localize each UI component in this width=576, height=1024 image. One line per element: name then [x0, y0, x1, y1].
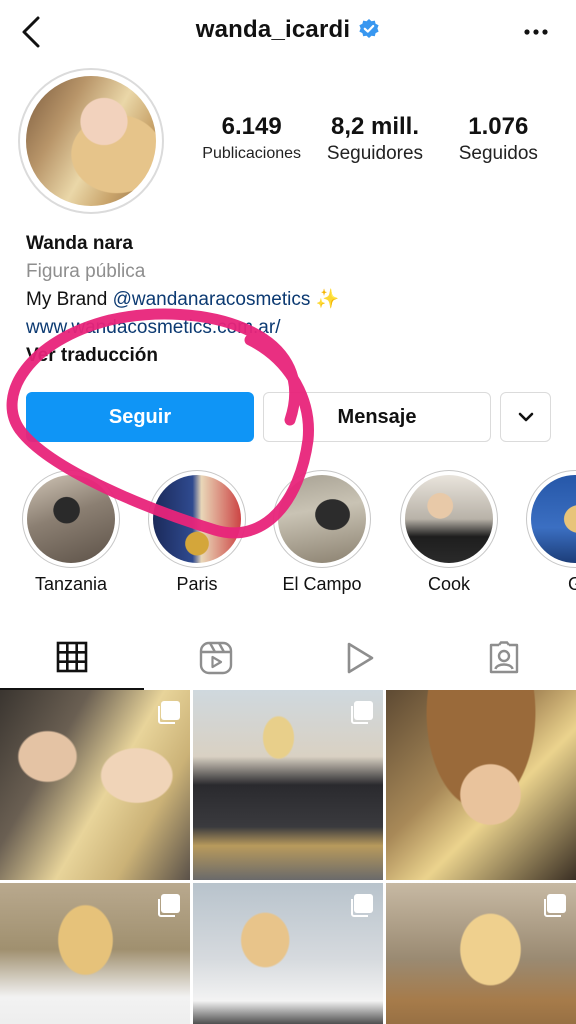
profile-stats: 6.149 Publicaciones 8,2 mill. Seguidores…	[190, 112, 560, 166]
stat-label: Publicaciones	[202, 145, 302, 162]
top-bar: wanda_icardi	[0, 0, 576, 64]
post-thumbnail[interactable]	[0, 883, 190, 1024]
highlight-tanzania[interactable]: Tanzania	[21, 470, 121, 595]
bio-line: My Brand @wandanaracosmetics ✨	[26, 286, 566, 314]
multiple-photos-icon	[350, 893, 374, 917]
stat-followers[interactable]: 8,2 mill. Seguidores	[313, 112, 436, 166]
highlight-cover	[531, 475, 576, 563]
profile-username-header: wanda_icardi	[0, 16, 576, 44]
highlight-label: Paris	[176, 574, 218, 594]
reels-icon	[199, 641, 233, 680]
verified-badge-icon	[358, 18, 380, 40]
highlight-cook[interactable]: Cook	[399, 470, 499, 595]
highlight-cover	[153, 475, 241, 563]
highlight-ring	[148, 470, 246, 568]
highlight-cover	[27, 475, 115, 563]
highlight-paris[interactable]: Paris	[147, 470, 247, 595]
tab-reels[interactable]	[144, 630, 288, 690]
mention-link[interactable]: @wandanaracosmetics	[113, 289, 311, 310]
highlight-ring	[526, 470, 576, 568]
stat-value: 1.076	[468, 113, 529, 140]
highlight-ring	[273, 470, 371, 568]
profile-avatar[interactable]	[18, 68, 164, 214]
story-highlights: Tanzania Paris El Campo Cook G	[0, 470, 576, 600]
video-play-icon	[344, 641, 376, 680]
see-translation-link[interactable]: Ver traducción	[26, 342, 566, 370]
highlight-label: G	[567, 574, 576, 594]
multiple-photos-icon	[157, 893, 181, 917]
bio-text: My Brand	[26, 289, 113, 310]
tab-videos[interactable]	[288, 630, 432, 690]
highlight-label: Cook	[427, 574, 471, 594]
post-thumbnail[interactable]	[386, 690, 576, 880]
highlight-cover	[278, 475, 366, 563]
tagged-user-icon	[487, 640, 521, 680]
grid-icon	[56, 641, 88, 678]
username: wanda_icardi	[195, 16, 351, 43]
post-thumbnail[interactable]	[193, 883, 383, 1024]
message-button[interactable]: Mensaje	[263, 392, 491, 442]
profile-tabs	[0, 630, 576, 690]
highlight-cover	[405, 475, 493, 563]
stat-label: Seguidores	[326, 143, 424, 164]
website-link[interactable]: www.wandacosmetics.com.ar/	[26, 314, 566, 342]
stat-value: 6.149	[221, 113, 282, 140]
post-thumbnail[interactable]	[386, 883, 576, 1024]
follow-button[interactable]: Seguir	[26, 392, 254, 442]
tab-grid[interactable]	[0, 630, 144, 690]
avatar-photo	[26, 76, 156, 206]
highlight-label: El Campo	[282, 574, 362, 594]
stat-value: 8,2 mill.	[330, 113, 420, 140]
stat-following[interactable]: 1.076 Seguidos	[437, 112, 560, 166]
highlight-ring	[22, 470, 120, 568]
posts-grid	[0, 690, 576, 1024]
stat-label: Seguidos	[458, 143, 538, 164]
multiple-photos-icon	[157, 700, 181, 724]
suggested-accounts-button[interactable]	[500, 392, 551, 442]
multiple-photos-icon	[543, 893, 567, 917]
multiple-photos-icon	[350, 700, 374, 724]
highlight-g[interactable]: G	[525, 470, 576, 595]
profile-bio: Wanda nara Figura pública My Brand @wand…	[26, 230, 566, 370]
tab-tagged[interactable]	[432, 630, 576, 690]
highlight-label: Tanzania	[34, 574, 108, 594]
sparkles-emoji: ✨	[315, 289, 340, 310]
display-name: Wanda nara	[26, 233, 133, 254]
highlight-el-campo[interactable]: El Campo	[272, 470, 372, 595]
post-thumbnail[interactable]	[193, 690, 383, 880]
more-horizontal-icon[interactable]	[522, 20, 550, 44]
category-label: Figura pública	[26, 261, 146, 282]
post-thumbnail[interactable]	[0, 690, 190, 880]
highlight-ring	[400, 470, 498, 568]
chevron-down-icon	[517, 406, 535, 429]
stat-posts[interactable]: 6.149 Publicaciones	[190, 112, 313, 166]
